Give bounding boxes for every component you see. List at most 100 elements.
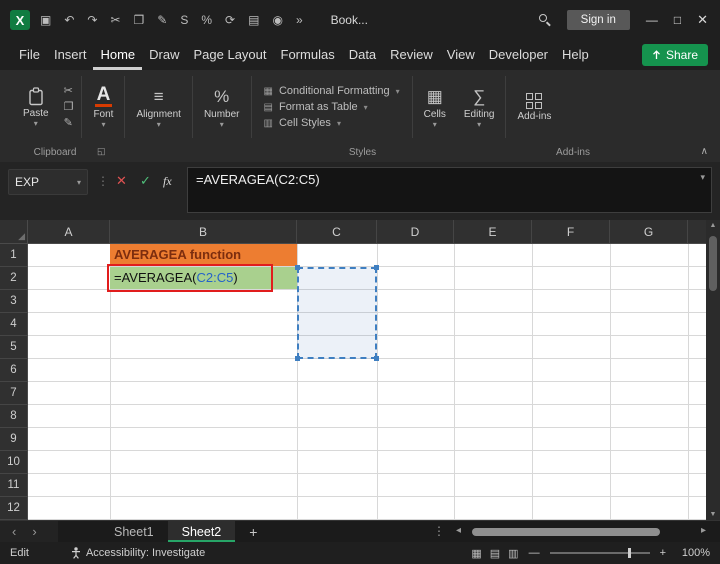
more-commands-icon[interactable]: » (296, 13, 303, 27)
menu-tab-help[interactable]: Help (555, 40, 596, 70)
search-icon[interactable] (538, 14, 551, 27)
cell-b2-editing[interactable]: =AVERAGEA(C2:C5) (110, 267, 297, 289)
row-header-1[interactable]: 1 (0, 244, 28, 267)
selection-handle[interactable] (374, 356, 379, 361)
percent-icon[interactable]: % (201, 13, 212, 27)
page-break-view-icon[interactable]: ▥ (508, 547, 518, 560)
undo-icon[interactable]: ↶ (64, 13, 74, 27)
name-box[interactable]: EXP ▾ (8, 169, 88, 195)
column-header-e[interactable]: E (454, 220, 532, 243)
cancel-entry-icon[interactable]: ✕ (116, 173, 127, 189)
tab-overflow-icon[interactable]: ⋮ (433, 524, 445, 538)
copy-icon[interactable]: ❐ (134, 13, 145, 27)
maximize-button[interactable]: □ (674, 13, 681, 27)
menu-tab-page-layout[interactable]: Page Layout (187, 40, 274, 70)
chevron-down-icon[interactable]: ▾ (77, 178, 81, 187)
selection-handle[interactable] (374, 265, 379, 270)
collapse-ribbon-icon[interactable]: ∧ (701, 146, 708, 157)
vertical-scrollbar[interactable]: ▲ ▼ (706, 220, 720, 520)
selection-handle[interactable] (295, 356, 300, 361)
zoom-in-icon[interactable]: + (660, 547, 666, 559)
scroll-up-icon[interactable]: ▲ (706, 222, 720, 229)
sheet-tab-sheet2[interactable]: Sheet2 (167, 521, 236, 542)
menu-tab-file[interactable]: File (12, 40, 47, 70)
cells-group-button[interactable]: ▦ Cells ▾ (415, 70, 455, 144)
font-group-button[interactable]: A Font ▾ (84, 70, 122, 144)
cut-icon[interactable]: ✂ (64, 85, 74, 97)
cut-icon[interactable]: ✂ (110, 13, 120, 27)
row-header-5[interactable]: 5 (0, 336, 28, 359)
formula-bar-expand-icon[interactable]: ▾ (700, 172, 705, 183)
column-header-b[interactable]: B (110, 220, 297, 243)
cell-b1[interactable]: AVERAGEA function (110, 244, 297, 266)
row-header-4[interactable]: 4 (0, 313, 28, 336)
minimize-button[interactable]: — (646, 13, 658, 27)
menu-tab-developer[interactable]: Developer (482, 40, 555, 70)
addins-button[interactable]: Add-ins (508, 70, 560, 144)
sheet-tab-sheet1[interactable]: Sheet1 (100, 521, 168, 542)
scroll-down-icon[interactable]: ▼ (706, 511, 720, 518)
redo-icon[interactable]: ↷ (87, 13, 97, 27)
dialog-launcher-icon[interactable]: ◱ (97, 146, 106, 157)
confirm-entry-icon[interactable]: ✓ (140, 173, 151, 189)
row-header-8[interactable]: 8 (0, 405, 28, 428)
paste-button[interactable]: Paste ▾ (14, 70, 58, 144)
menu-tab-formulas[interactable]: Formulas (274, 40, 342, 70)
copy-icon[interactable]: ❐ (64, 101, 74, 113)
page-layout-view-icon[interactable]: ▤ (490, 547, 500, 560)
scroll-left-icon[interactable]: ◂ (456, 525, 461, 536)
column-header-partial[interactable] (688, 220, 706, 243)
select-all-corner[interactable]: ◢ (0, 220, 28, 244)
column-header-c[interactable]: C (297, 220, 377, 243)
camera-icon[interactable]: ◉ (272, 13, 282, 27)
bold-icon[interactable]: S (180, 13, 188, 27)
accessibility-status[interactable]: Accessibility: Investigate (71, 547, 205, 559)
next-sheet-icon[interactable]: › (32, 524, 36, 539)
save-icon[interactable]: ▣ (40, 13, 51, 27)
alignment-group-button[interactable]: ≡ Alignment ▾ (127, 70, 189, 144)
zoom-level[interactable]: 100% (676, 547, 710, 559)
sign-in-button[interactable]: Sign in (566, 10, 630, 30)
horizontal-scroll-thumb[interactable] (472, 528, 660, 536)
conditional-formatting-button[interactable]: ▦ Conditional Formatting ▾ (264, 85, 400, 97)
row-header-3[interactable]: 3 (0, 290, 28, 313)
row-header-11[interactable]: 11 (0, 474, 28, 497)
column-header-d[interactable]: D (377, 220, 454, 243)
prev-sheet-icon[interactable]: ‹ (12, 524, 16, 539)
menu-tab-view[interactable]: View (440, 40, 482, 70)
horizontal-scrollbar[interactable] (470, 528, 688, 536)
zoom-slider[interactable] (549, 548, 650, 558)
format-as-table-button[interactable]: ▤ Format as Table ▾ (264, 101, 400, 113)
column-header-f[interactable]: F (532, 220, 610, 243)
column-header-g[interactable]: G (610, 220, 688, 243)
zoom-slider-thumb[interactable] (627, 548, 631, 558)
vertical-scroll-thumb[interactable] (709, 236, 717, 291)
share-button[interactable]: Share (641, 44, 708, 66)
format-painter-icon[interactable]: ✎ (157, 13, 167, 27)
menu-tab-data[interactable]: Data (342, 40, 383, 70)
close-button[interactable]: ✕ (697, 12, 708, 28)
cells-area[interactable]: AVERAGEA function =AVERAGEA(C2:C5) (28, 244, 706, 520)
row-header-7[interactable]: 7 (0, 382, 28, 405)
document-icon[interactable]: ▤ (248, 13, 259, 27)
selection-handle[interactable] (295, 265, 300, 270)
row-header-12[interactable]: 12 (0, 497, 28, 520)
range-selection-c2-c5[interactable] (295, 265, 379, 361)
menu-tab-draw[interactable]: Draw (142, 40, 186, 70)
add-sheet-button[interactable]: + (235, 521, 271, 542)
normal-view-icon[interactable]: ▦ (471, 547, 481, 560)
menu-tab-home[interactable]: Home (93, 40, 142, 70)
menu-tab-review[interactable]: Review (383, 40, 440, 70)
row-header-10[interactable]: 10 (0, 451, 28, 474)
editing-group-button[interactable]: ∑ Editing ▾ (455, 70, 504, 144)
menu-tab-insert[interactable]: Insert (47, 40, 94, 70)
insert-function-icon[interactable]: fx (163, 174, 172, 189)
scroll-right-icon[interactable]: ▸ (701, 525, 706, 536)
row-header-9[interactable]: 9 (0, 428, 28, 451)
column-header-a[interactable]: A (28, 220, 110, 243)
zoom-out-icon[interactable]: — (529, 547, 540, 559)
row-header-2[interactable]: 2 (0, 267, 28, 290)
cell-styles-button[interactable]: ▥ Cell Styles ▾ (264, 117, 400, 129)
refresh-icon[interactable]: ⟳ (225, 13, 235, 27)
format-painter-icon[interactable]: ✎ (64, 117, 74, 129)
